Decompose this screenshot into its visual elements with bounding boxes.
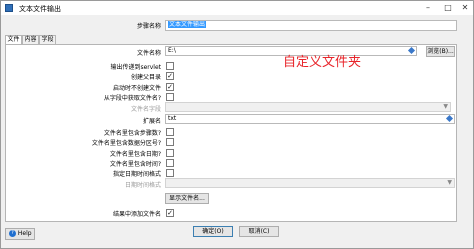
- filename-label: 文件名称: [136, 50, 161, 57]
- specify-date-format-label: 指定日期时间格式: [112, 171, 161, 178]
- step-name-value: 文本文件输出: [168, 21, 207, 28]
- cancel-button[interactable]: 取消(C): [239, 226, 279, 237]
- maximize-icon[interactable]: □: [439, 2, 457, 14]
- filename-field-label: 文件名字段: [130, 106, 161, 113]
- include-date-label: 文件名里包含日期?: [109, 151, 161, 158]
- extension-input[interactable]: txt: [165, 114, 455, 124]
- include-partnr-checkbox[interactable]: [166, 138, 174, 146]
- app-icon: [5, 4, 13, 12]
- tab-fields[interactable]: 字段: [39, 35, 56, 44]
- include-stepnr-label: 文件名里包含步骤数?: [103, 130, 161, 137]
- browse-button[interactable]: 浏览(B)...: [426, 46, 455, 57]
- close-icon[interactable]: ✕: [456, 2, 474, 14]
- help-button-label: Help: [17, 230, 32, 237]
- annotation-text: 自定义文件夹: [283, 55, 362, 70]
- dialog-window: 文本文件输出 – □ ✕ 步骤名称 文本文件输出 文件 内容 字段 文件名称 E…: [0, 0, 474, 249]
- output-servlet-label: 输出传递到servlet: [110, 64, 161, 71]
- filename-from-field-label: 从字段中获取文件名?: [103, 95, 161, 102]
- tab-content[interactable]: 内容: [22, 35, 39, 44]
- filename-from-field-checkbox[interactable]: [166, 93, 174, 101]
- minimize-icon[interactable]: –: [419, 2, 437, 14]
- chevron-down-icon: ▼: [443, 103, 448, 110]
- create-parent-label: 创建父目录: [130, 74, 161, 81]
- help-button[interactable]: ? Help: [5, 228, 35, 240]
- file-tab-panel: [5, 44, 457, 222]
- filename-value: E:\: [168, 47, 176, 54]
- date-format-label: 日期时间格式: [124, 182, 161, 189]
- date-format-combo[interactable]: ▼: [165, 178, 455, 188]
- include-partnr-label: 文件名里包含数据分区号?: [91, 140, 161, 147]
- include-time-checkbox[interactable]: [166, 159, 174, 167]
- no-create-start-label: 启动时不创建文件: [112, 85, 161, 92]
- step-name-input[interactable]: 文本文件输出: [165, 20, 457, 31]
- extension-value: txt: [168, 115, 177, 122]
- create-parent-checkbox[interactable]: ✓: [166, 72, 174, 80]
- add-to-result-label: 结果中添加文件名: [112, 211, 161, 218]
- step-name-label: 步骤名称: [136, 23, 161, 30]
- show-filenames-button[interactable]: 显示文件名...: [165, 193, 209, 204]
- ok-button[interactable]: 确定(O): [193, 226, 233, 237]
- no-create-start-checkbox[interactable]: ✓: [166, 83, 174, 91]
- specify-date-format-checkbox[interactable]: [166, 169, 174, 177]
- include-stepnr-checkbox[interactable]: [166, 128, 174, 136]
- output-servlet-checkbox[interactable]: [166, 62, 174, 70]
- help-icon: ?: [9, 230, 16, 237]
- extension-label: 扩展名: [142, 118, 161, 125]
- window-title: 文本文件输出: [19, 5, 61, 13]
- add-to-result-checkbox[interactable]: ✓: [166, 209, 174, 217]
- include-date-checkbox[interactable]: [166, 149, 174, 157]
- filename-field-combo[interactable]: ▼: [165, 102, 451, 112]
- title-bar: 文本文件输出 – □ ✕: [1, 1, 473, 15]
- include-time-label: 文件名里包含时间?: [109, 161, 161, 168]
- chevron-down-icon: ▼: [447, 179, 452, 186]
